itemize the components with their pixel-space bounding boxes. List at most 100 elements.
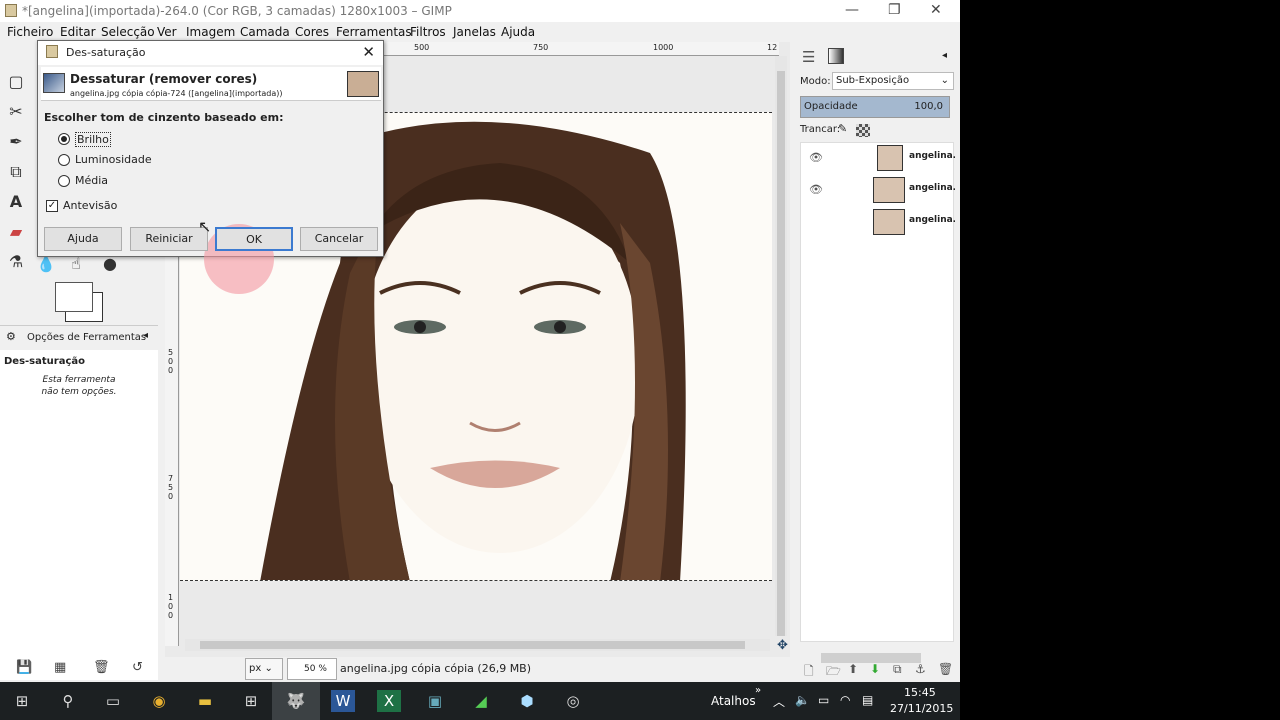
search-icon[interactable]: ⚲ (56, 690, 80, 712)
checkmark-icon[interactable]: ✓ (46, 200, 58, 212)
tool-options-panel: ⚙ Opções de Ferramentas ◂ Des-saturação … (0, 325, 158, 680)
menu-janelas[interactable]: Janelas (453, 25, 496, 39)
restore-button[interactable]: ❐ (888, 2, 901, 18)
zoom-select[interactable]: 50 % ⌄ (287, 658, 337, 680)
layer-row[interactable]: angelina.jpg (801, 207, 955, 237)
delete-layer-icon[interactable]: 🗑 (938, 662, 953, 676)
horizontal-scroll-thumb[interactable] (200, 641, 745, 649)
horizontal-scrollbar[interactable] (185, 639, 770, 651)
lower-layer-icon[interactable]: ⬇ (870, 662, 880, 676)
menu-seleccao[interactable]: Selecção (101, 25, 155, 39)
volume-icon[interactable]: 🔈 (795, 693, 810, 707)
menu-camada[interactable]: Camada (240, 25, 290, 39)
menu-ajuda[interactable]: Ajuda (501, 25, 535, 39)
rect-select-icon[interactable]: ▢ (6, 72, 26, 92)
tool-description-line2: não tem opções. (41, 387, 117, 397)
radio-dot[interactable] (58, 154, 70, 166)
vertical-scroll-thumb[interactable] (777, 71, 785, 636)
navigate-icon[interactable]: ✥ (777, 638, 788, 653)
excel-icon[interactable]: X (377, 690, 401, 712)
save-preset-icon[interactable]: 💾 (16, 660, 32, 675)
wifi-icon[interactable]: ◠ (840, 693, 850, 707)
photos-icon[interactable]: ▣ (423, 690, 447, 712)
visibility-eye-icon[interactable]: 👁 (809, 151, 823, 164)
menu-ferramentas[interactable]: Ferramentas (336, 25, 412, 39)
menu-ficheiro[interactable]: Ficheiro (7, 25, 53, 39)
duplicate-layer-icon[interactable]: ⧉ (893, 662, 902, 677)
layer-row[interactable]: 👁 angelina.jpg (801, 143, 955, 173)
gimp-app-icon (5, 4, 17, 17)
minimize-button[interactable]: — (845, 2, 859, 18)
new-group-icon[interactable]: 🗁 (826, 662, 841, 682)
image-thumbnail (347, 71, 379, 97)
visibility-eye-icon[interactable]: 👁 (809, 183, 823, 196)
radio-dot[interactable] (58, 133, 70, 145)
notification-icon[interactable]: ▤ (862, 693, 873, 707)
reset-button[interactable]: Reiniciar (130, 227, 208, 251)
layer-name: angelina.jpg (909, 215, 955, 225)
dodge-burn-icon[interactable]: ● (100, 254, 120, 274)
scissors-icon[interactable]: ✂ (6, 102, 26, 122)
layers-tab-icon[interactable]: ☰ (802, 48, 815, 66)
file-explorer-icon[interactable]: ▬ (193, 690, 217, 712)
menu-filtros[interactable]: Filtros (410, 25, 446, 39)
opacity-slider[interactable]: Opacidade 100,0 (800, 96, 950, 118)
smudge-icon[interactable]: ☝ (66, 254, 86, 274)
lock-alpha-icon[interactable] (856, 124, 870, 137)
chevron-icon[interactable]: » (755, 685, 761, 696)
gimp-window: *[angelina](importada)-264.0 (Cor RGB, 3… (0, 0, 960, 682)
menu-imagem[interactable]: Imagem (186, 25, 235, 39)
task-view-icon[interactable]: ▭ (101, 690, 125, 712)
vertical-scrollbar[interactable] (775, 56, 787, 636)
eraser-icon[interactable]: ▰ (6, 222, 26, 242)
radio-label: Luminosidade (75, 153, 152, 166)
cancel-button[interactable]: Cancelar (300, 227, 378, 251)
battery-icon[interactable]: ▭ (818, 693, 829, 707)
delete-preset-icon[interactable]: 🗑 (93, 660, 110, 675)
unit-select[interactable]: px ⌄ (245, 658, 283, 680)
ok-button[interactable]: OK (215, 227, 293, 251)
raise-layer-icon[interactable]: ⬆ (848, 662, 858, 676)
menu-cores[interactable]: Cores (295, 25, 329, 39)
tray-up-icon[interactable]: ︿ (773, 693, 785, 710)
close-window-button[interactable]: ✕ (930, 2, 942, 18)
lock-pixels-icon[interactable]: ✎ (838, 122, 847, 135)
menu-ver[interactable]: Ver (157, 25, 177, 39)
restore-preset-icon[interactable]: ▦ (54, 660, 66, 675)
gradient-tab-icon[interactable] (828, 48, 844, 64)
dialog-header: Dessaturar (remover cores) angelina.jpg … (41, 67, 381, 101)
store-icon[interactable]: ⊞ (239, 690, 263, 712)
ruler-tick-500: 500 (414, 43, 430, 52)
panel-menu-icon[interactable]: ◂ (143, 330, 148, 341)
clone-icon[interactable]: ⚗ (6, 252, 26, 272)
dock-menu-icon[interactable]: ◂ (942, 50, 947, 61)
layer-row[interactable]: 👁 angelina.jpg (801, 175, 955, 205)
tool-options-tab[interactable]: ⚙ Opções de Ferramentas ◂ (0, 326, 158, 350)
text-tool-icon[interactable]: A (6, 192, 26, 212)
clock-date[interactable]: 27/11/2015 (890, 702, 953, 715)
clock-time[interactable]: 15:45 (904, 686, 936, 699)
zoom-value: 50 % (304, 664, 327, 674)
anchor-layer-icon[interactable]: ⚓ (915, 662, 926, 676)
app-icon[interactable]: ⬢ (515, 690, 539, 712)
foreground-color-swatch[interactable] (55, 282, 93, 312)
dialog-close-icon[interactable]: ✕ (362, 43, 375, 61)
paths-icon[interactable]: ✒ (6, 132, 26, 152)
taskbar-gimp-active[interactable]: 🐺 (272, 682, 320, 720)
chrome-icon[interactable]: ◉ (147, 690, 171, 712)
shortcuts-label[interactable]: Atalhos (711, 694, 756, 708)
transform-icon[interactable]: ⧉ (6, 162, 26, 182)
start-icon[interactable]: ⊞ (10, 690, 34, 712)
word-icon[interactable]: W (331, 690, 355, 712)
help-button[interactable]: Ajuda (44, 227, 122, 251)
tool-description: Esta ferramenta não tem opções. (0, 374, 158, 398)
opacity-value: 100,0 (914, 101, 943, 112)
sway-icon[interactable]: ◢ (469, 690, 493, 712)
reset-preset-icon[interactable]: ↺ (132, 660, 143, 675)
mode-select[interactable]: Sub-Exposição ⌄ (832, 72, 954, 90)
new-layer-icon[interactable]: 🗋 (804, 662, 814, 682)
media-icon[interactable]: ◎ (561, 690, 585, 712)
blur-icon[interactable]: 💧 (36, 254, 56, 274)
radio-dot[interactable] (58, 175, 70, 187)
menu-editar[interactable]: Editar (60, 25, 96, 39)
